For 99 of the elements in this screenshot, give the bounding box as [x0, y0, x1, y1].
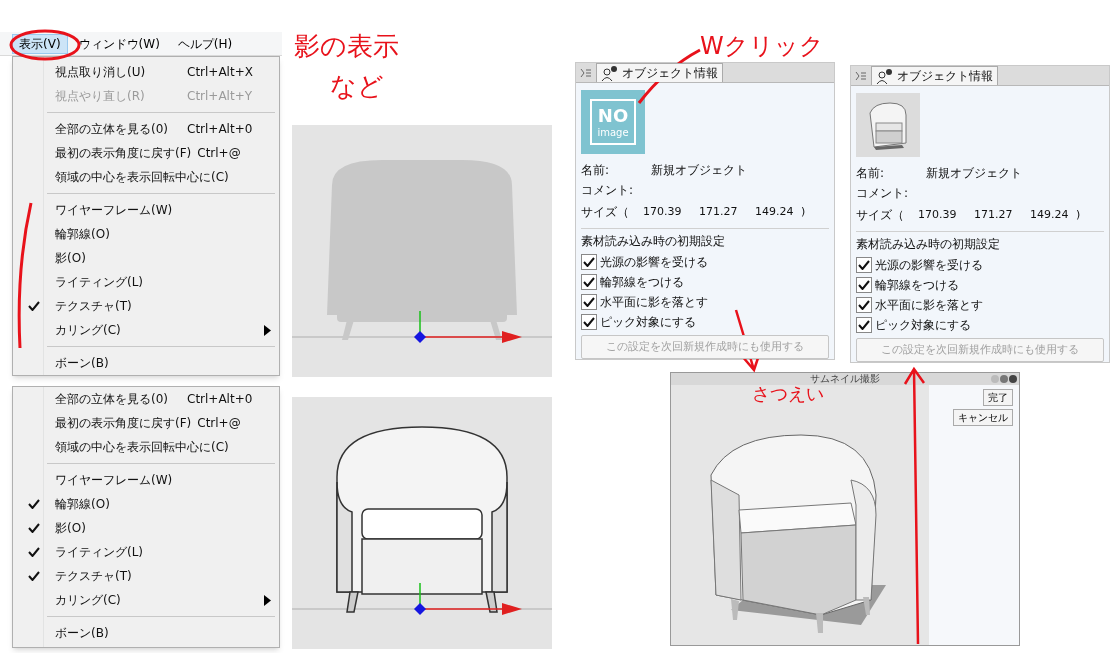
menu-item-label: 最初の表示角度に戻す(F) — [55, 415, 192, 432]
checkbox[interactable] — [581, 254, 597, 270]
checkbox[interactable] — [856, 277, 872, 293]
checkbox-label: ピック対象にする — [600, 313, 696, 331]
maximize-icon[interactable] — [1000, 375, 1008, 383]
checkbox[interactable] — [581, 314, 597, 330]
shortcut-label: Ctrl+@ — [197, 415, 241, 432]
checkbox[interactable] — [581, 294, 597, 310]
menu-bar-item[interactable]: ヘルプ(H) — [170, 33, 240, 54]
thumbnail-caption: image — [597, 127, 629, 138]
menu-item-label: ライティング(L) — [55, 274, 145, 291]
shortcut-label: Ctrl+Alt+0 — [187, 121, 253, 138]
menu-item-label: ワイヤーフレーム(W) — [55, 472, 174, 489]
close-icon[interactable] — [1009, 375, 1017, 383]
menu-item[interactable]: 影(O) — [13, 246, 279, 270]
checkbox-label: ピック対象にする — [875, 316, 971, 334]
menu-item-label: 影(O) — [55, 250, 87, 267]
shortcut-label: Ctrl+Alt+Y — [187, 88, 253, 105]
chair-thumbnail[interactable] — [856, 93, 920, 157]
menu-item[interactable]: 領域の中心を表示回転中心に(C) — [13, 435, 279, 459]
menu-item[interactable]: 領域の中心を表示回転中心に(C) — [13, 165, 279, 189]
panel-tab[interactable]: オブジェクト情報 — [871, 66, 998, 85]
checkbox-label: 水平面に影を落とす — [875, 296, 983, 314]
menu-item[interactable]: カリング(C) — [13, 588, 279, 612]
menu-item[interactable]: ワイヤーフレーム(W) — [13, 468, 279, 492]
menu-item[interactable]: テクスチャ(T) — [13, 294, 279, 318]
menu-item[interactable]: ボーン(B) — [13, 351, 279, 375]
dialog-button[interactable]: キャンセル — [953, 409, 1013, 426]
menu-item-label: 輪郭線(O) — [55, 226, 111, 243]
check-icon — [28, 547, 40, 557]
menu-item-label: 全部の立体を見る(0) — [55, 391, 169, 408]
object-name: 新規オブジェクト — [926, 164, 1022, 182]
menu-item-label: テクスチャ(T) — [55, 568, 133, 585]
checkbox[interactable] — [581, 274, 597, 290]
check-icon — [28, 571, 40, 581]
menu-item-label: 視点取り消し(U) — [55, 64, 147, 81]
menu-item[interactable]: カリング(C) — [13, 318, 279, 342]
object-name: 新規オブジェクト — [651, 161, 747, 179]
check-icon — [583, 317, 595, 327]
menu-item-label: ボーン(B) — [55, 625, 110, 642]
checkbox-label: 輪郭線をつける — [875, 276, 959, 294]
menu-item-label: ライティング(L) — [55, 544, 145, 561]
checkbox-label: 輪郭線をつける — [600, 273, 684, 291]
check-icon — [858, 280, 870, 290]
menu-item[interactable]: 全部の立体を見る(0) Ctrl+Alt+0 — [13, 387, 279, 411]
menu-item[interactable]: 輪郭線(O) — [13, 492, 279, 516]
checkbox[interactable] — [856, 317, 872, 333]
check-icon — [28, 523, 40, 533]
checkbox[interactable] — [856, 257, 872, 273]
menu-item-label: 最初の表示角度に戻す(F) — [55, 145, 192, 162]
menu-item-label: 領域の中心を表示回転中心に(C) — [55, 439, 229, 456]
submenu-arrow-icon — [264, 594, 271, 606]
check-icon — [858, 300, 870, 310]
menu-item-label: 領域の中心を表示回転中心に(C) — [55, 169, 229, 186]
menu-item-label: ワイヤーフレーム(W) — [55, 202, 174, 219]
shortcut-label: Ctrl+Alt+X — [187, 64, 253, 81]
menu-item-label: カリング(C) — [55, 322, 122, 339]
menu-item[interactable]: 視点取り消し(U) Ctrl+Alt+X — [13, 60, 279, 84]
handwritten-note: 影の表示 — [294, 30, 399, 63]
menu-item[interactable]: ワイヤーフレーム(W) — [13, 198, 279, 222]
check-icon — [28, 301, 40, 311]
menu-item[interactable]: 影(O) — [13, 516, 279, 540]
handwritten-note: さつえい — [752, 383, 824, 406]
menu-item[interactable]: 最初の表示角度に戻す(F) Ctrl+@ — [13, 141, 279, 165]
menu-item-label: 視点やり直し(R) — [55, 88, 146, 105]
handwritten-note: Wクリック — [700, 31, 824, 62]
menu-item[interactable]: 輪郭線(O) — [13, 222, 279, 246]
check-icon — [858, 260, 870, 270]
checkbox[interactable] — [856, 297, 872, 313]
menu-item-label: 全部の立体を見る(0) — [55, 121, 169, 138]
menu-item[interactable]: ライティング(L) — [13, 540, 279, 564]
checkbox-label: 光源の影響を受ける — [875, 256, 983, 274]
menu-item-label: テクスチャ(T) — [55, 298, 133, 315]
check-icon — [858, 320, 870, 330]
shortcut-label: Ctrl+Alt+0 — [187, 391, 253, 408]
checkbox-label: 水平面に影を落とす — [600, 293, 708, 311]
check-icon — [583, 277, 595, 287]
menu-item[interactable]: 全部の立体を見る(0) Ctrl+Alt+0 — [13, 117, 279, 141]
menu-bar-item[interactable]: 表示(V) — [12, 33, 68, 54]
menu-bar-item[interactable]: ウィンドウ(W) — [71, 33, 167, 54]
submenu-arrow-icon — [264, 324, 271, 336]
checkbox-label: 光源の影響を受ける — [600, 253, 708, 271]
menu-item[interactable]: 最初の表示角度に戻す(F) Ctrl+@ — [13, 411, 279, 435]
menu-item[interactable]: テクスチャ(T) — [13, 564, 279, 588]
panel-tab[interactable]: オブジェクト情報 — [596, 63, 723, 82]
handwritten-note: など — [329, 70, 385, 103]
window-title: サムネイル撮影 — [810, 374, 880, 384]
menu-item-label: カリング(C) — [55, 592, 122, 609]
check-icon — [28, 499, 40, 509]
check-icon — [583, 297, 595, 307]
menu-item-label: 影(O) — [55, 520, 87, 537]
menu-item-label: 輪郭線(O) — [55, 496, 111, 513]
check-icon — [583, 257, 595, 267]
shortcut-label: Ctrl+@ — [197, 145, 241, 162]
menu-item[interactable]: ボーン(B) — [13, 621, 279, 645]
menu-item[interactable]: ライティング(L) — [13, 270, 279, 294]
thumbnail-text: NO — [597, 106, 629, 125]
dialog-button[interactable]: 完了 — [983, 389, 1013, 406]
menu-item-label: ボーン(B) — [55, 355, 110, 372]
